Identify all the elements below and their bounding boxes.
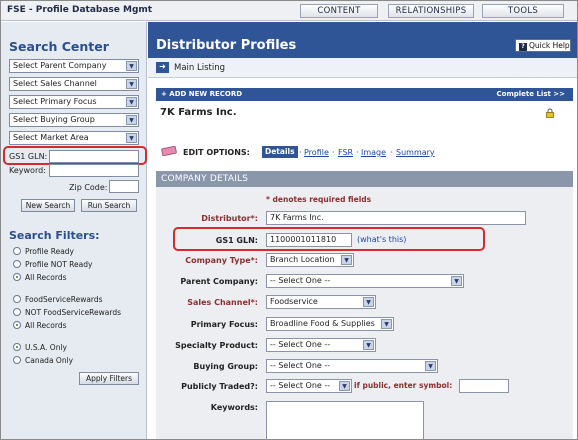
complete-list-link[interactable]: Complete List >> [497, 90, 565, 98]
radio-label: FoodServiceRewards [25, 295, 103, 304]
radio-usa-only[interactable] [13, 343, 21, 351]
chevron-down-icon: ▼ [425, 361, 436, 371]
radio-all-records-2[interactable] [13, 321, 21, 329]
radio-canada-only[interactable] [13, 356, 21, 364]
publicly-traded-field[interactable]: -- Select One -- ▼ [266, 379, 352, 393]
nav-content[interactable]: CONTENT [300, 4, 378, 18]
publicly-traded-label: Publicly Traded?: [181, 382, 258, 391]
keywords-textarea[interactable] [266, 401, 424, 439]
page-header: Distributor Profiles ? Quick Help [148, 22, 577, 58]
run-search-button[interactable]: Run Search [81, 199, 137, 212]
record-bar: + ADD NEW RECORD Complete List >> [156, 88, 573, 101]
new-search-button[interactable]: New Search [21, 199, 75, 212]
section-header: COMPANY DETAILS [156, 171, 573, 187]
radio-label: Profile NOT Ready [25, 260, 93, 269]
sales-channel-select[interactable]: Select Sales Channel ▼ [9, 77, 139, 91]
company-type-label: Company Type*: [185, 256, 258, 265]
app-title: FSE - Profile Database Mgmt [7, 5, 153, 15]
sales-channel-field[interactable]: Foodservice ▼ [266, 295, 376, 309]
primary-focus-field[interactable]: Broadline Food & Supplies ▼ [266, 317, 394, 331]
distributor-field[interactable]: 7K Farms Inc. [266, 211, 526, 225]
lock-icon [546, 108, 554, 118]
radio-label: U.S.A. Only [25, 343, 67, 352]
highlight-box [3, 146, 147, 165]
separator: · [332, 148, 335, 157]
chevron-down-icon: ▼ [126, 115, 137, 125]
parent-company-field[interactable]: -- Select One -- ▼ [266, 274, 464, 288]
chevron-down-icon: ▼ [363, 340, 374, 350]
specialty-product-label: Specialty Product: [175, 341, 258, 350]
primary-focus-label: Primary Focus: [190, 320, 258, 329]
edit-options-label: EDIT OPTIONS: [183, 148, 250, 157]
tab-profile[interactable]: Profile [304, 148, 329, 157]
nav-tools[interactable]: TOOLS [482, 4, 564, 18]
radio-all-records-1[interactable] [13, 273, 21, 281]
tab-details[interactable]: Details [262, 146, 298, 158]
zip-input[interactable] [109, 180, 139, 193]
search-panel: Search Center Select Parent Company ▼ Sel… [1, 22, 147, 439]
separator: · [299, 148, 302, 157]
chevron-down-icon: ▼ [126, 97, 137, 107]
help-icon: ? [519, 43, 527, 51]
radio-foodservicerewards[interactable] [13, 295, 21, 303]
breadcrumb: ➜ Main Listing [148, 58, 577, 78]
keyword-input[interactable] [49, 164, 139, 177]
sales-channel-label: Sales Channel*: [187, 298, 258, 307]
parent-company-label: Parent Company: [180, 277, 258, 286]
nav-relationships[interactable]: RELATIONSHIPS [388, 4, 474, 18]
radio-label: All Records [25, 321, 67, 330]
highlight-box [173, 227, 485, 251]
chevron-down-icon: ▼ [126, 61, 137, 71]
search-filters-title: Search Filters: [9, 229, 100, 242]
radio-not-foodservicerewards[interactable] [13, 308, 21, 316]
separator: · [356, 148, 359, 157]
chevron-down-icon: ▼ [363, 297, 374, 307]
primary-focus-select[interactable]: Select Primary Focus ▼ [9, 95, 139, 109]
main-listing-link[interactable]: Main Listing [174, 63, 225, 73]
separator: · [390, 148, 393, 157]
specialty-product-field[interactable]: -- Select One -- ▼ [266, 338, 376, 352]
market-area-select[interactable]: Select Market Area ▼ [9, 131, 139, 145]
required-note: * denotes required fields [266, 195, 372, 204]
radio-label: All Records [25, 273, 67, 282]
tab-image[interactable]: Image [361, 148, 386, 157]
buying-group-field[interactable]: -- Select One -- ▼ [266, 359, 438, 373]
search-center-title: Search Center [9, 39, 109, 54]
add-new-record-link[interactable]: + ADD NEW RECORD [161, 90, 242, 98]
quick-help-button[interactable]: ? Quick Help [515, 39, 571, 52]
distributor-label: Distributor*: [201, 214, 258, 223]
radio-profile-not-ready[interactable] [13, 260, 21, 268]
buying-group-select[interactable]: Select Buying Group ▼ [9, 113, 139, 127]
buying-group-label: Buying Group: [193, 362, 258, 371]
top-bar: FSE - Profile Database Mgmt CONTENT RELA… [1, 1, 577, 21]
radio-label: Profile Ready [25, 247, 74, 256]
parent-company-select[interactable]: Select Parent Company ▼ [9, 59, 139, 73]
eraser-icon [161, 146, 177, 156]
chevron-down-icon: ▼ [341, 255, 352, 265]
app-window: FSE - Profile Database Mgmt CONTENT RELA… [0, 0, 578, 440]
apply-filters-button[interactable]: Apply Filters [79, 372, 139, 385]
radio-profile-ready[interactable] [13, 247, 21, 255]
public-symbol-note: if public, enter symbol: [354, 381, 453, 390]
keywords-label: Keywords: [210, 403, 258, 412]
radio-label: Canada Only [25, 356, 74, 365]
zip-label: Zip Code: [69, 183, 108, 192]
chevron-down-icon: ▼ [126, 133, 137, 143]
page-title: Distributor Profiles [156, 38, 297, 53]
company-type-select[interactable]: Branch Location ▼ [266, 253, 354, 267]
chevron-down-icon: ▼ [339, 381, 350, 391]
company-name: 7K Farms Inc. [160, 107, 237, 118]
tab-fsr[interactable]: FSR [338, 148, 353, 157]
tab-summary[interactable]: Summary [396, 148, 435, 157]
chevron-down-icon: ▼ [381, 319, 392, 329]
chevron-down-icon: ▼ [126, 79, 137, 89]
arrow-right-icon[interactable]: ➜ [156, 62, 169, 73]
main-content: Distributor Profiles ? Quick Help ➜ Main … [148, 22, 577, 439]
radio-label: NOT FoodServiceRewards [25, 308, 122, 317]
chevron-down-icon: ▼ [451, 276, 462, 286]
stock-symbol-input[interactable] [459, 379, 509, 393]
keyword-label: Keyword: [9, 166, 46, 175]
